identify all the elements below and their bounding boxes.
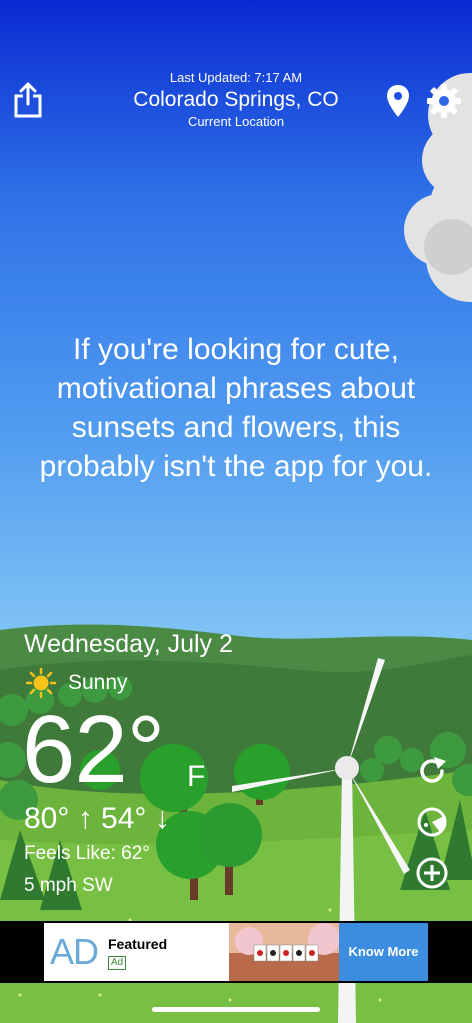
ad-badge: Ad xyxy=(108,956,127,970)
home-indicator[interactable] xyxy=(152,1007,320,1012)
condition-label: Sunny xyxy=(68,671,128,694)
location-pin-icon[interactable] xyxy=(386,84,410,118)
ad-title: Featured xyxy=(108,936,168,952)
snarky-quote: If you're looking for cute, motivational… xyxy=(39,333,433,483)
ad-know-more-button[interactable]: Know More xyxy=(339,923,428,981)
feels-like: Feels Like: 62° xyxy=(24,843,150,864)
ad-image xyxy=(229,923,339,981)
ad-content[interactable]: AD Featured Ad Know More xyxy=(44,923,428,981)
add-icon[interactable] xyxy=(414,855,450,891)
radar-icon[interactable] xyxy=(414,804,450,840)
wind-speed: 5 mph SW xyxy=(24,875,113,896)
ad-banner[interactable]: AD Featured Ad Know More xyxy=(0,921,472,983)
gear-icon[interactable] xyxy=(426,83,462,119)
current-temperature: 62° xyxy=(22,696,165,803)
weather-date: Wednesday, July 2 xyxy=(24,630,233,658)
weather-condition: Sunny xyxy=(26,668,128,698)
high-low-temperature: 80° ↑ 54° ↓ xyxy=(24,802,170,835)
temperature-unit[interactable]: F xyxy=(187,760,205,794)
refresh-icon[interactable] xyxy=(414,753,450,789)
clouds xyxy=(404,73,472,302)
sun-icon xyxy=(26,668,56,698)
ad-logo: AD xyxy=(50,931,99,972)
